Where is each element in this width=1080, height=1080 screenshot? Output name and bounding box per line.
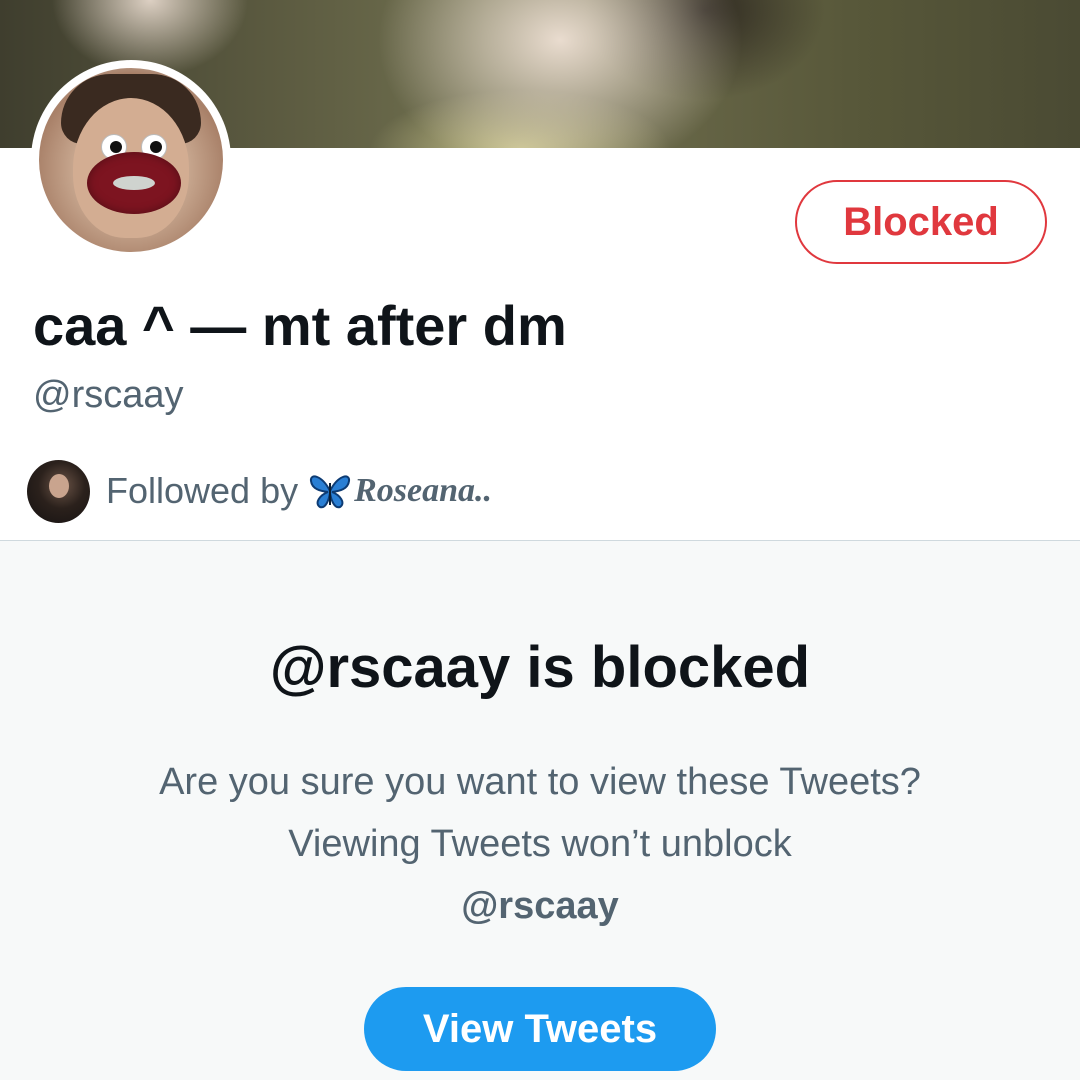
butterfly-icon — [310, 475, 351, 509]
avatar-image — [39, 68, 223, 252]
view-tweets-button[interactable]: View Tweets — [364, 987, 716, 1071]
lips-overlay — [87, 152, 181, 214]
profile-display-name: caa ^ — mt after dm — [33, 294, 567, 357]
blocked-notice-handle: @rscaay — [461, 885, 619, 927]
profile-avatar[interactable] — [31, 60, 231, 260]
profile-page: Blocked caa ^ — mt after dm @rscaay Foll… — [0, 0, 1080, 1080]
blocked-notice-body: Are you sure you want to view these Twee… — [120, 751, 960, 937]
profile-handle: @rscaay — [33, 374, 184, 416]
blocked-notice-panel: @rscaay is blocked Are you sure you want… — [0, 541, 1080, 1080]
blocked-button[interactable]: Blocked — [795, 180, 1047, 264]
followed-by-row[interactable]: Followed by Roseana.. — [27, 459, 492, 523]
followed-by-label: Followed by — [106, 470, 299, 511]
blocked-notice-text: Are you sure you want to view these Twee… — [159, 761, 921, 865]
follower-avatar[interactable] — [27, 459, 90, 523]
follower-name[interactable]: Roseana.. — [354, 472, 492, 510]
blocked-notice-title: @rscaay is blocked — [269, 635, 811, 700]
